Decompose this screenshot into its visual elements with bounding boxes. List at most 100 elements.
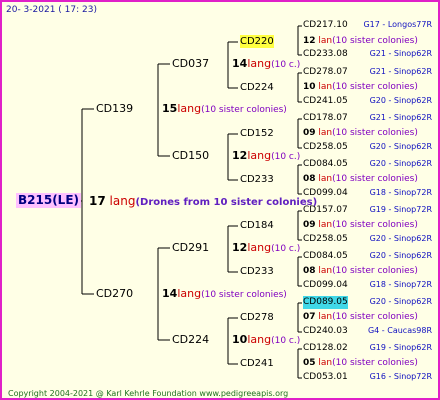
root-sisters-note: (Drones from 10 sister colonies) [135,197,318,208]
g3-queen-info: 10 lan(10 sister colonies) [303,81,418,94]
g2-queen-name[interactable]: CD224 [172,333,209,346]
g3-lang-label: lan [318,128,333,138]
g3-sisters-note: (10 sister colonies) [332,36,418,46]
g3-queen-info: 07 lan(10 sister colonies) [303,311,418,324]
g3-lang-label: lan [318,220,333,230]
g4-queen-name[interactable]: CD128.02 [303,342,348,355]
g4-source: G20 - Sinop62R [369,297,432,306]
g2-sisters-note: (10 c.) [271,244,301,254]
g4-source: G21 - Sinop62R [369,67,432,76]
g1-sisters-note: (10 sister colonies) [201,105,287,115]
g3-lang-count: 10 [303,82,316,92]
g3-queen-info: 08 lan(10 sister colonies) [303,173,418,186]
g4-queen-name[interactable]: CD089.05 [303,296,348,309]
g2-queen-info: 10lang(10 c.) [232,333,300,348]
g4-queen-name[interactable]: CD217.10 [303,19,348,32]
g2-queen-name[interactable]: CD150 [172,149,209,162]
g4-source: G19 - Sinop72R [369,205,432,214]
g4-queen-name[interactable]: CD157.07 [303,204,348,217]
g3-sisters-note: (10 sister colonies) [332,174,418,184]
g2-lang-label: lang [247,333,272,346]
g1-lang-count: 14 [162,287,178,300]
g4-queen-name[interactable]: CD240.03 [303,325,348,338]
g4-source: G18 - Sinop72R [369,188,432,197]
g3-sisters-note: (10 sister colonies) [332,312,418,322]
root-lang-count: 17 [89,194,106,208]
g2-lang-count: 12 [232,149,248,162]
g2-queen-info: 14lang(10 c.) [232,57,300,72]
g3-lang-label: lan [318,82,333,92]
g4-queen-name[interactable]: CD099.04 [303,187,348,200]
g4-queen-name[interactable]: CD278.07 [303,66,348,79]
g3-lang-label: lan [318,174,333,184]
g4-queen-name[interactable]: CD099.04 [303,279,348,292]
g3-sisters-note: (10 sister colonies) [332,128,418,138]
g3-lang-count: 09 [303,128,316,138]
g1-queen-info: 15lang(10 sister colonies) [162,102,287,117]
g1-queen-name[interactable]: CD139 [96,102,133,115]
g1-queen-name[interactable]: CD270 [96,287,133,300]
g2-lang-label: lang [247,57,272,70]
g3-lang-count: 07 [303,312,316,322]
g3-queen-name[interactable]: CD241 [240,357,274,370]
g3-lang-count: 05 [303,358,316,368]
g4-queen-name[interactable]: CD053.01 [303,371,348,384]
g3-lang-label: lan [318,266,333,276]
g4-source: G20 - Sinop62R [369,234,432,243]
g4-queen-name[interactable]: CD241.05 [303,95,348,108]
g3-sisters-note: (10 sister colonies) [332,82,418,92]
g3-queen-name[interactable]: CD233 [240,265,274,278]
g2-sisters-note: (10 c.) [271,336,301,346]
g4-source: G21 - Sinop62R [369,49,432,58]
g3-sisters-note: (10 sister colonies) [332,358,418,368]
g3-queen-name[interactable]: CD220 [240,35,274,48]
g2-lang-count: 14 [232,57,248,70]
g4-queen-name[interactable]: CD084.05 [303,250,348,263]
g2-lang-label: lang [247,241,272,254]
g2-sisters-note: (10 c.) [271,60,301,70]
g4-source: G20 - Sinop62R [369,251,432,260]
g4-source: G17 - Longos77R [363,20,432,29]
g4-source: G20 - Sinop62R [369,159,432,168]
g4-queen-name[interactable]: CD258.05 [303,233,348,246]
root-queen-name[interactable]: B215(LE) [16,193,82,208]
g4-source: G16 - Sinop72R [369,372,432,381]
g2-sisters-note: (10 c.) [271,152,301,162]
g2-lang-label: lang [247,149,272,162]
g4-source: G19 - Sinop62R [369,343,432,352]
g2-queen-info: 12lang(10 c.) [232,241,300,256]
root-queen-info: 17 lang(Drones from 10 sister colonies) [89,195,317,209]
g3-queen-info: 09 lan(10 sister colonies) [303,127,418,140]
g2-lang-count: 10 [232,333,248,346]
g4-queen-name[interactable]: CD178.07 [303,112,348,125]
g2-queen-name[interactable]: CD037 [172,57,209,70]
report-date: 20- 3-2021 ( 17: 23) [6,5,97,15]
g1-sisters-note: (10 sister colonies) [201,290,287,300]
g4-source: G20 - Sinop62R [369,142,432,151]
copyright-footer: Copyright 2004-2021 @ Karl Kehrle Founda… [8,389,289,398]
g3-queen-name[interactable]: CD233 [240,173,274,186]
g3-queen-name[interactable]: CD152 [240,127,274,140]
g1-lang-label: lang [177,287,202,300]
g4-queen-name[interactable]: CD233.08 [303,48,348,61]
g3-lang-label: lan [318,36,333,46]
g3-queen-info: 08 lan(10 sister colonies) [303,265,418,278]
g3-lang-count: 09 [303,220,316,230]
g3-queen-name[interactable]: CD278 [240,311,274,324]
g3-lang-label: lan [318,358,333,368]
g3-queen-name[interactable]: CD224 [240,81,274,94]
g4-queen-name[interactable]: CD084.05 [303,158,348,171]
g3-sisters-note: (10 sister colonies) [332,266,418,276]
g2-lang-count: 12 [232,241,248,254]
g3-queen-info: 05 lan(10 sister colonies) [303,357,418,370]
g4-source: G21 - Sinop62R [369,113,432,122]
g3-lang-count: 08 [303,266,316,276]
g4-queen-name[interactable]: CD258.05 [303,141,348,154]
g4-source: G18 - Sinop72R [369,280,432,289]
g2-queen-name[interactable]: CD291 [172,241,209,254]
pedigree-frame: 20- 3-2021 ( 17: 23) B215(LE) 17 lang(Dr… [0,0,440,400]
g3-lang-count: 12 [303,36,316,46]
g4-source: G20 - Sinop62R [369,96,432,105]
g3-queen-name[interactable]: CD184 [240,219,274,232]
g3-queen-info: 09 lan(10 sister colonies) [303,219,418,232]
